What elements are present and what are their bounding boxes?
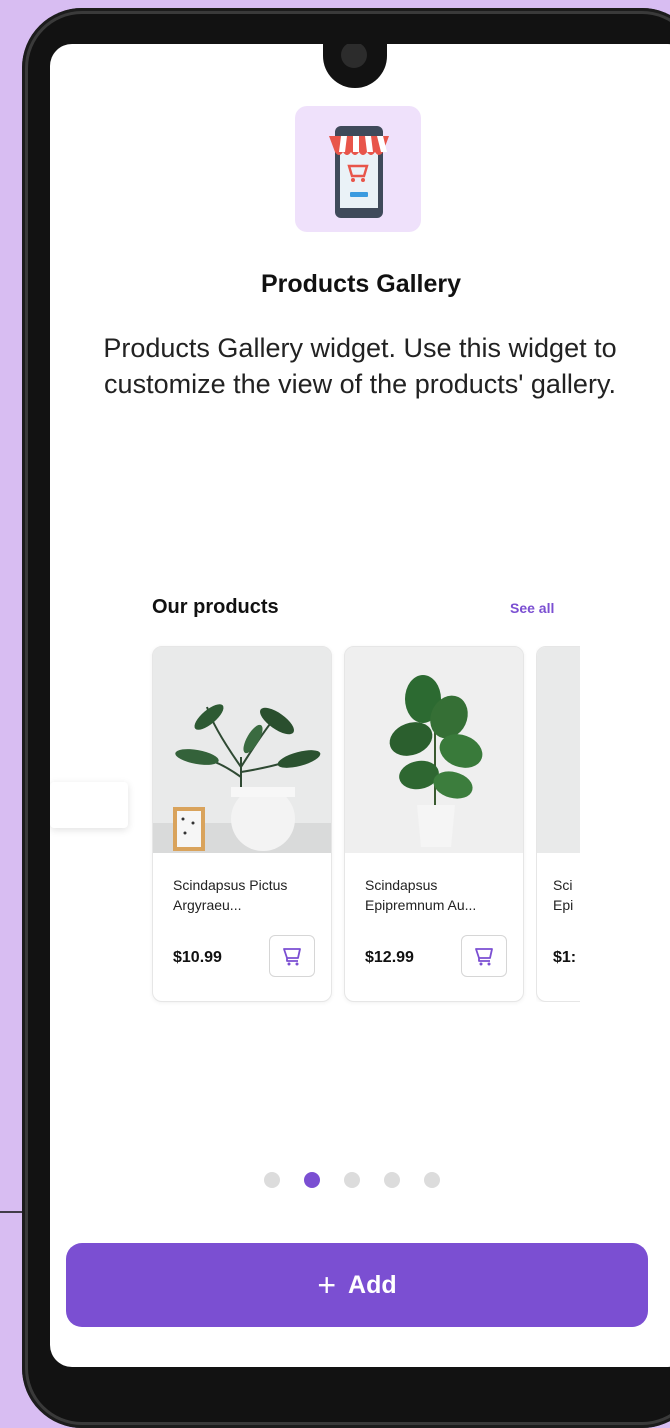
add-button-label: Add	[348, 1270, 397, 1299]
carousel-dot[interactable]	[344, 1172, 360, 1188]
product-card-clip: Sci Epi $1:	[536, 646, 580, 1002]
product-price: $12.99	[365, 949, 414, 966]
product-card[interactable]: Scindapsus Pictus Argyraeu... $10.99	[152, 646, 332, 1002]
widget-icon-tile	[295, 106, 421, 232]
carousel-dot[interactable]	[384, 1172, 400, 1188]
product-card[interactable]: Sci Epi $1:	[536, 646, 580, 1002]
cart-icon	[475, 948, 493, 966]
carousel-dot[interactable]	[264, 1172, 280, 1188]
plant-image	[153, 647, 331, 853]
gallery-heading: Our products	[152, 596, 279, 618]
see-all-link[interactable]: See all	[510, 600, 554, 616]
widget-title: Products Gallery	[260, 270, 462, 298]
plant-image	[537, 647, 580, 853]
product-price: $10.99	[173, 949, 222, 966]
previous-slide-shadow	[50, 782, 128, 828]
fiddle-leaf-image	[345, 647, 523, 853]
widget-description: Products Gallery widget. Use this widget…	[103, 333, 617, 399]
product-price: $1:	[553, 949, 577, 966]
plus-icon: +	[317, 1266, 337, 1303]
carousel-dot[interactable]	[424, 1172, 440, 1188]
front-camera	[341, 44, 367, 68]
product-card[interactable]: Scindapsus Epipremnum Au... $12.99	[344, 646, 524, 1002]
carousel-dot-active[interactable]	[304, 1172, 320, 1188]
product-name: Scindapsus Pictus Argyraeu...	[173, 877, 288, 913]
add-to-cart-button[interactable]	[269, 935, 315, 977]
notch	[323, 44, 387, 88]
storefront-phone-icon	[329, 126, 389, 218]
product-name: Scindapsus Epipremnum Au...	[365, 877, 477, 913]
product-name: Sci Epi	[553, 877, 574, 913]
cart-icon	[283, 948, 301, 966]
phone-screen: Products Gallery Products Gallery widget…	[50, 44, 670, 1367]
add-to-cart-button[interactable]	[461, 935, 507, 977]
add-button[interactable]: + Add	[66, 1243, 648, 1327]
carousel-dots	[264, 1172, 440, 1188]
